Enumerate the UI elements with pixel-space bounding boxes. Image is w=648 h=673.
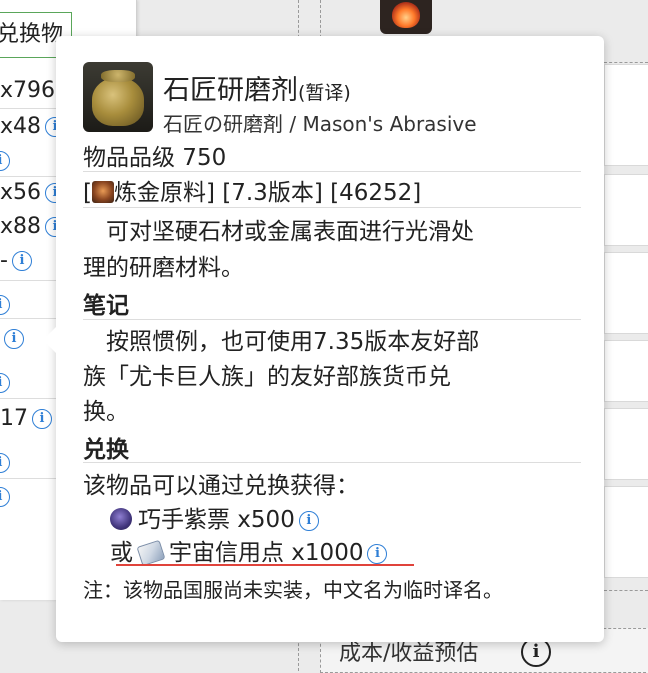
fire-icon <box>392 2 420 28</box>
info-icon[interactable]: i <box>0 453 10 473</box>
info-icon[interactable]: i <box>0 487 10 507</box>
info-icon[interactable]: i <box>367 543 388 564</box>
divider <box>604 62 648 63</box>
divider <box>83 319 581 320</box>
info-icon[interactable]: i <box>11 251 32 271</box>
list-item: i <box>0 146 10 176</box>
cosmic-credit-icon <box>136 539 166 567</box>
list-item: i <box>0 290 10 320</box>
divider <box>83 171 581 172</box>
list-item: x796 <box>0 78 56 103</box>
item-subtitle: 石匠の研磨剤 / Mason's Abrasive <box>163 112 477 136</box>
list-item: -i <box>0 246 32 276</box>
tooltip-arrow <box>43 326 57 354</box>
purple-scrip-icon <box>110 508 132 530</box>
side-card <box>604 408 648 480</box>
divider <box>83 207 581 208</box>
list-item: i <box>0 368 10 398</box>
alchemy-icon <box>91 181 114 203</box>
notes-heading: 笔记 <box>83 293 129 319</box>
notes-line: 换。 <box>83 399 129 425</box>
notes-line: 族「尤卡巨人族」的友好部族货币兑 <box>83 364 451 390</box>
list-item: i <box>0 324 24 354</box>
divider <box>83 462 581 463</box>
list-item: 17 i <box>0 404 52 434</box>
exchange-intro: 该物品可以通过兑换获得： <box>83 473 359 499</box>
title-note: (暂译) <box>298 82 351 104</box>
exchange-option-purple-scrip: 巧手紫票 x500 i <box>110 500 319 534</box>
item-title: 石匠研磨剂(暂译) <box>163 75 351 106</box>
info-icon[interactable]: i <box>0 373 10 393</box>
fire-crystal-icon[interactable] <box>380 0 432 34</box>
item-category: [炼金原料] [7.3版本] [46252] <box>83 180 422 206</box>
abrasive-pot-icon <box>83 62 153 132</box>
info-icon[interactable]: i <box>32 409 52 429</box>
side-card <box>604 252 648 334</box>
exchange-heading: 兑换 <box>83 437 129 463</box>
item-tooltip: 石匠研磨剂(暂译) 石匠の研磨剤 / Mason's Abrasive 物品品级… <box>43 36 604 642</box>
info-icon[interactable]: i <box>0 295 10 315</box>
side-card <box>604 174 648 246</box>
list-item: i <box>0 482 10 512</box>
info-icon[interactable]: i <box>298 510 319 531</box>
description-line: 理的研磨材料。 <box>83 255 244 281</box>
exchange-option-cosmic-credit: 或宇宙信用点 x1000 i <box>110 533 388 567</box>
footnote: 注：该物品国服尚未实装，中文名为临时译名。 <box>83 578 503 602</box>
info-icon[interactable]: i <box>4 329 24 349</box>
item-level: 物品品级 750 <box>83 145 227 171</box>
divider <box>604 590 648 591</box>
side-card <box>604 340 648 402</box>
description-line: 可对坚硬石材或金属表面进行光滑处 <box>83 219 474 245</box>
side-card <box>604 64 648 166</box>
side-card <box>604 486 648 578</box>
list-item: i <box>0 448 10 478</box>
highlight-underline <box>116 564 414 566</box>
info-icon[interactable]: i <box>0 151 10 171</box>
notes-line: 按照惯例，也可使用7.35版本友好部 <box>83 329 480 355</box>
